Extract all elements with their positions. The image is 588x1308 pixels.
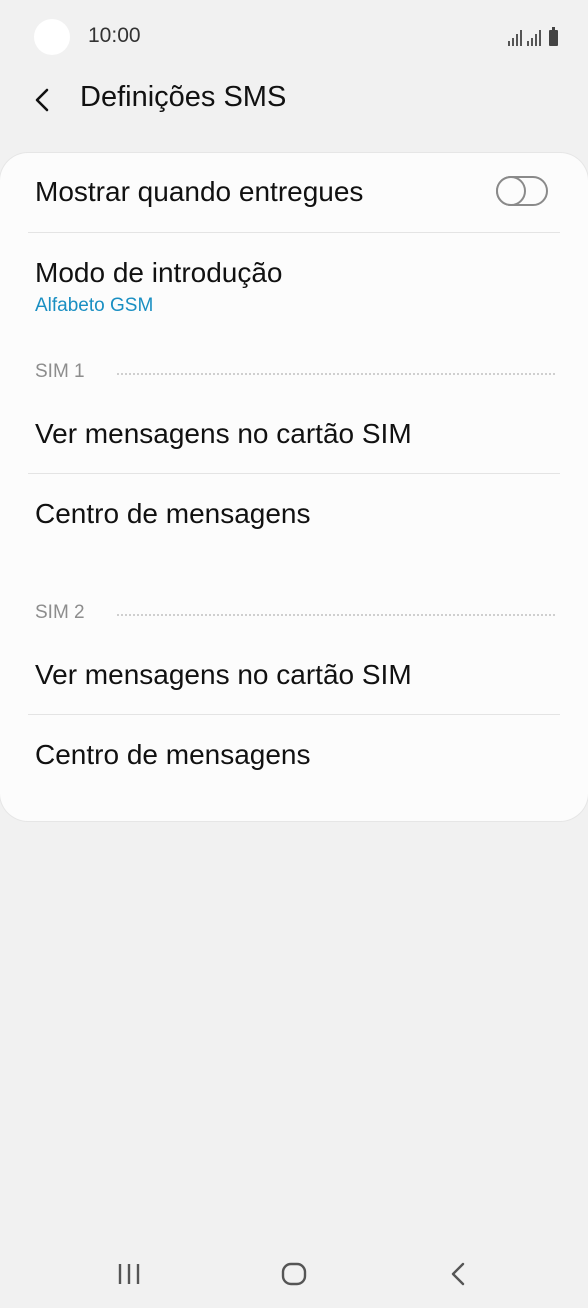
sim1-view-messages-row[interactable]: Ver mensagens no cartão SIM bbox=[0, 393, 588, 473]
sim2-section-header: SIM 2 bbox=[35, 602, 555, 626]
sim2-message-center-row[interactable]: Centro de mensagens bbox=[0, 715, 588, 795]
signal-sim1-icon bbox=[508, 30, 522, 46]
sim2-message-center-label: Centro de mensagens bbox=[35, 739, 311, 770]
status-time: 10:00 bbox=[88, 24, 141, 47]
input-mode-row[interactable]: Modo de introdução Alfabeto GSM bbox=[0, 233, 588, 323]
delivery-report-label: Mostrar quando entregues bbox=[35, 176, 364, 207]
input-mode-value: Alfabeto GSM bbox=[35, 295, 154, 316]
battery-icon bbox=[549, 27, 558, 46]
delivery-report-row[interactable]: Mostrar quando entregues bbox=[0, 153, 588, 232]
sim1-view-messages-label: Ver mensagens no cartão SIM bbox=[35, 418, 412, 449]
sim1-section-header: SIM 1 bbox=[35, 361, 555, 385]
signal-sim2-icon bbox=[527, 30, 541, 46]
recent-apps-icon bbox=[118, 1264, 140, 1284]
status-icons bbox=[508, 26, 558, 46]
input-mode-label: Modo de introdução bbox=[35, 257, 283, 288]
status-bar: 10:00 bbox=[0, 0, 588, 76]
toggle-knob bbox=[496, 176, 526, 206]
camera-cutout bbox=[34, 19, 70, 55]
sim2-view-messages-label: Ver mensagens no cartão SIM bbox=[35, 659, 412, 690]
page-title: Definições SMS bbox=[80, 81, 287, 113]
sim1-message-center-label: Centro de mensagens bbox=[35, 498, 311, 529]
back-icon bbox=[451, 1262, 465, 1286]
sim2-view-messages-row[interactable]: Ver mensagens no cartão SIM bbox=[0, 634, 588, 714]
sim2-section-label: SIM 2 bbox=[35, 602, 85, 623]
sim1-message-center-row[interactable]: Centro de mensagens bbox=[0, 474, 588, 554]
sim1-section-label: SIM 1 bbox=[35, 361, 85, 382]
navigation-bar bbox=[0, 1236, 588, 1308]
settings-card: Mostrar quando entregues Modo de introdu… bbox=[0, 153, 588, 821]
back-button[interactable] bbox=[24, 80, 64, 120]
home-icon bbox=[281, 1262, 307, 1286]
chevron-left-icon bbox=[35, 88, 49, 112]
app-bar: Definições SMS bbox=[0, 76, 588, 146]
nav-back-button[interactable] bbox=[428, 1256, 488, 1292]
recent-apps-button[interactable] bbox=[99, 1256, 159, 1292]
home-button[interactable] bbox=[264, 1256, 324, 1292]
delivery-report-toggle[interactable] bbox=[496, 176, 548, 206]
section-dotted-line bbox=[117, 373, 555, 375]
section-dotted-line bbox=[117, 614, 555, 616]
